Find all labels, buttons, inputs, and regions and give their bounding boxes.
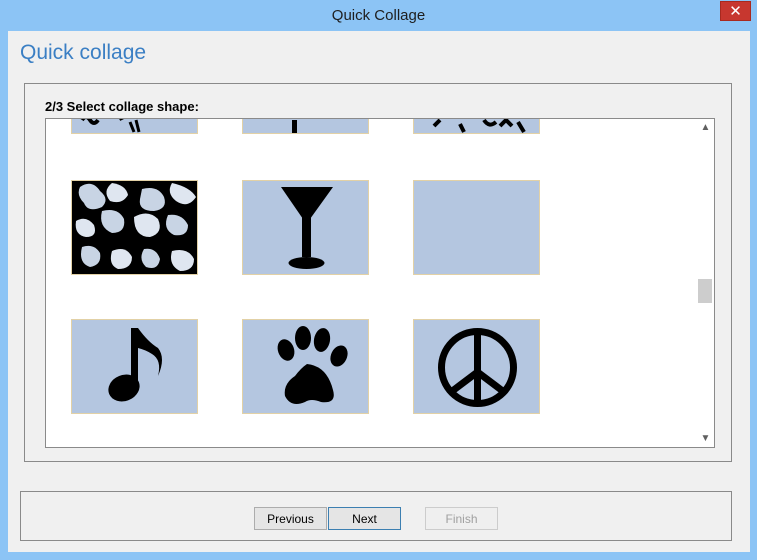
next-button[interactable]: Next	[328, 507, 401, 530]
shape-tile-partial[interactable]	[413, 119, 540, 134]
page-heading: Quick collage	[20, 41, 147, 64]
close-icon: ✕	[729, 2, 742, 20]
peace-sign-icon	[438, 328, 517, 407]
dialog-body: Quick collage 2/3 Select collage shape:	[8, 31, 750, 552]
close-button[interactable]: ✕	[720, 1, 751, 21]
cow-pattern-icon	[72, 181, 197, 274]
peace-sign-tile[interactable]	[413, 319, 540, 414]
cow-pattern-tile[interactable]	[71, 180, 198, 275]
previous-button[interactable]: Previous	[254, 507, 327, 530]
title-bar[interactable]: Quick Collage ✕	[0, 0, 757, 30]
paw-print-tile[interactable]	[242, 319, 369, 414]
vertical-scrollbar[interactable]: ▲ ▼	[697, 119, 714, 447]
paw-print-icon	[277, 326, 348, 404]
shape-tile-partial[interactable]	[242, 119, 369, 134]
navigation-group: Previous Next Finish	[20, 491, 732, 541]
music-note-icon	[108, 328, 162, 402]
finish-button[interactable]: Finish	[425, 507, 498, 530]
shape-list[interactable]: ▲ ▼	[45, 118, 715, 448]
shape-tile-partial[interactable]	[71, 119, 198, 134]
shape-selection-group: 2/3 Select collage shape: ▲ ▼	[24, 83, 732, 462]
window-title: Quick Collage	[331, 7, 426, 24]
quick-collage-window: Quick Collage ✕ Quick collage 2/3 Select…	[0, 0, 757, 560]
scroll-up-icon[interactable]: ▲	[697, 119, 714, 136]
scroll-down-icon[interactable]: ▼	[697, 430, 714, 447]
music-note-tile[interactable]	[71, 319, 198, 414]
moon-tile[interactable]	[413, 180, 540, 275]
step-label: 2/3 Select collage shape:	[45, 99, 199, 114]
martini-tile[interactable]	[242, 180, 369, 275]
scroll-thumb[interactable]	[698, 279, 712, 303]
crescent-moon-icon	[448, 187, 505, 263]
martini-glass-icon	[281, 187, 333, 269]
